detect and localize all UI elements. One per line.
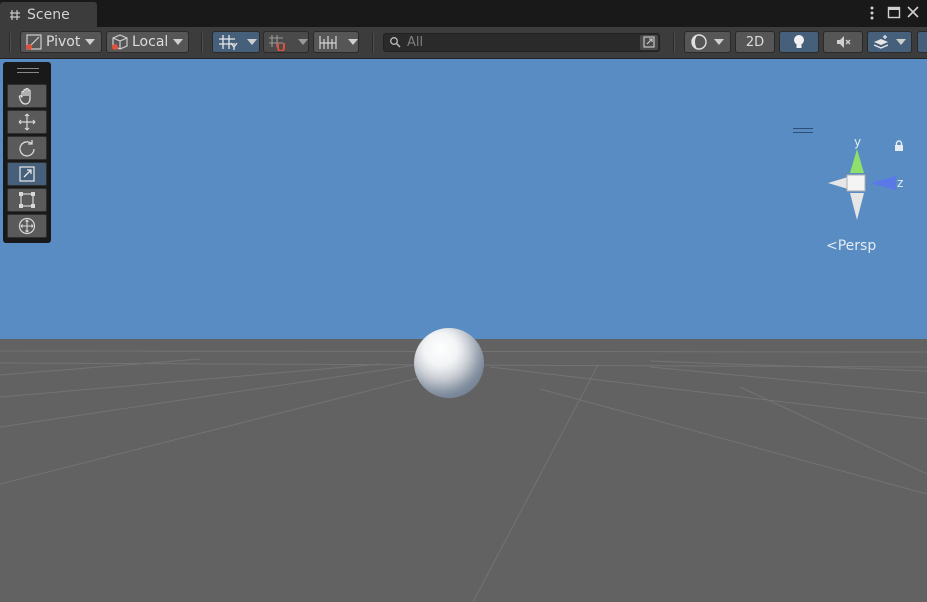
close-icon[interactable]: [905, 4, 921, 22]
projection-label: Persp: [837, 238, 877, 254]
chevron-down-icon: [896, 39, 906, 45]
mode-2d-toggle[interactable]: 2D: [735, 31, 775, 53]
magnet-grid-icon: [269, 35, 285, 51]
rect-tool[interactable]: [7, 188, 47, 212]
speaker-muted-icon: [837, 36, 851, 48]
toolbar-separator: [372, 33, 374, 53]
maximize-icon[interactable]: [886, 4, 902, 22]
search-placeholder: All: [407, 35, 424, 50]
gizmo-center-cube[interactable]: [846, 174, 866, 192]
pivot-dropdown[interactable]: Pivot: [20, 31, 102, 53]
chevron-down-icon: [714, 39, 724, 45]
local-dropdown[interactable]: Local: [106, 31, 189, 53]
axis-z-cone[interactable]: [870, 176, 896, 190]
grid-hash-icon: [10, 9, 20, 20]
tab-title: Scene: [27, 6, 70, 23]
tab-bar: Scene: [0, 0, 927, 27]
rotate-icon: [19, 140, 35, 157]
lighting-toggle[interactable]: [779, 31, 819, 53]
lightbulb-icon: [794, 35, 804, 48]
scale-tool[interactable]: [7, 162, 47, 186]
hand-tool[interactable]: [7, 84, 47, 108]
search-icon: [390, 37, 401, 48]
transform-tool[interactable]: [7, 214, 47, 238]
scene-visibility-toggle[interactable]: [917, 31, 927, 53]
effects-dropdown[interactable]: [867, 31, 912, 53]
transform-icon: [18, 217, 36, 235]
grid-visibility-dropdown[interactable]: [313, 31, 359, 53]
chevron-down-icon: [173, 39, 184, 45]
pivot-icon: [26, 34, 42, 50]
skybox: [0, 59, 927, 339]
cube-icon: [112, 34, 128, 50]
gizmo-drag-handle[interactable]: [793, 128, 813, 133]
pivot-label: Pivot: [46, 34, 81, 50]
ruler-grid-icon: [319, 36, 337, 49]
search-field[interactable]: All: [383, 33, 660, 52]
shading-mode-dropdown[interactable]: [684, 31, 731, 53]
chevron-down-icon: [85, 39, 96, 45]
kebab-menu-icon[interactable]: [866, 4, 878, 22]
rect-icon: [19, 192, 35, 208]
audio-toggle[interactable]: [823, 31, 863, 53]
sphere-object[interactable]: [414, 328, 484, 398]
move-arrows-icon: [18, 113, 36, 131]
axis-neg-y-cone[interactable]: [850, 193, 864, 220]
chevron-left-icon: <: [826, 238, 838, 254]
scene-viewport[interactable]: y z <Persp: [0, 59, 927, 602]
chevron-down-icon: [298, 39, 308, 45]
grid-snap-toggle[interactable]: [212, 31, 260, 53]
shading-sphere-icon: [691, 34, 707, 50]
search-expand-icon[interactable]: [640, 35, 658, 50]
axis-y-label: y: [854, 135, 861, 149]
scale-icon: [19, 166, 35, 182]
toolbar-separator: [201, 33, 203, 53]
hand-icon: [18, 87, 31, 105]
tab-scene[interactable]: Scene: [0, 2, 97, 27]
orientation-gizmo[interactable]: y z: [820, 125, 920, 235]
grid-snap-icon: [219, 35, 238, 50]
axis-neg-z-cone[interactable]: [828, 177, 848, 189]
axis-z-label: z: [897, 176, 903, 190]
layers-effects-icon: [873, 35, 889, 49]
chevron-down-icon: [247, 39, 257, 45]
chevron-down-icon: [348, 39, 358, 45]
scene-toolbar: Pivot Local All 2D: [0, 27, 927, 59]
local-label: Local: [132, 34, 169, 50]
tool-palette: [3, 62, 51, 243]
rotate-tool[interactable]: [7, 136, 47, 160]
snap-increment-toggle[interactable]: [263, 31, 309, 53]
toolbar-separator: [673, 33, 675, 53]
axis-y-cone[interactable]: [850, 149, 864, 173]
palette-drag-handle[interactable]: [17, 68, 39, 73]
toolbar-separator: [9, 33, 11, 53]
move-tool[interactable]: [7, 110, 47, 134]
projection-toggle[interactable]: <Persp: [826, 238, 876, 254]
mode-2d-label: 2D: [745, 34, 765, 50]
